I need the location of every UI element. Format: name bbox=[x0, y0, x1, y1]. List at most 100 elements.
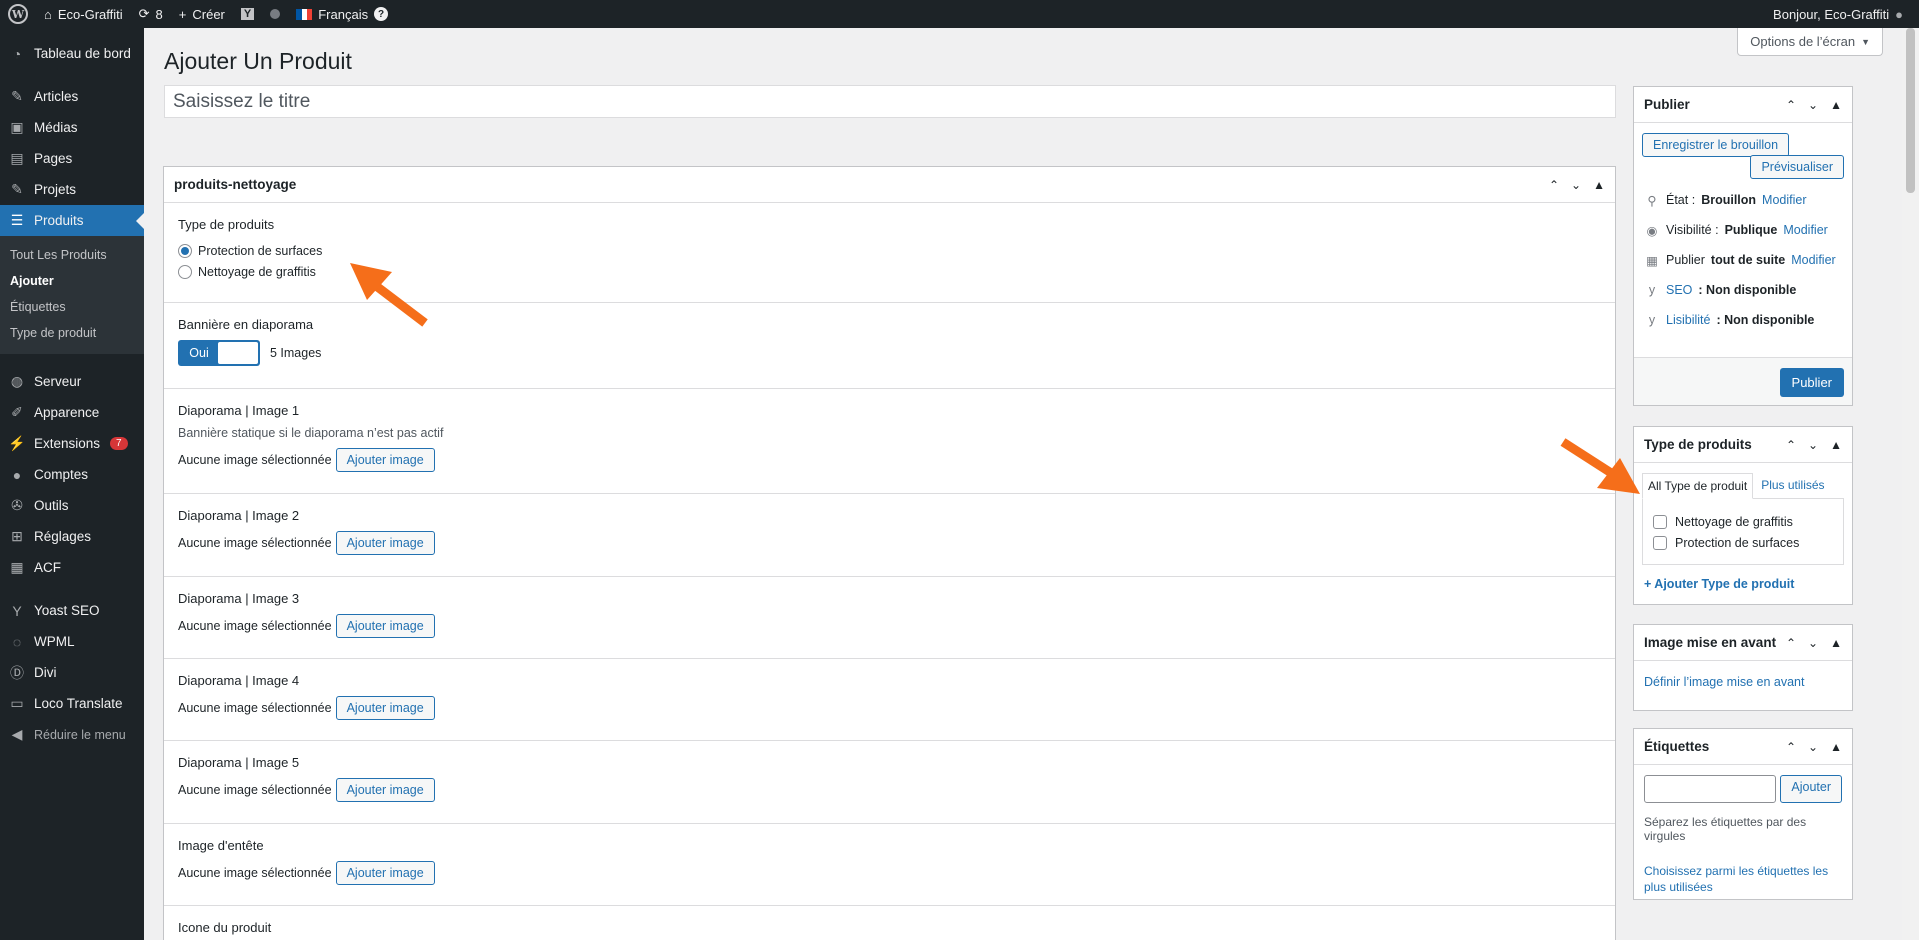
language-switcher[interactable]: Français? bbox=[288, 0, 396, 28]
menu-articles[interactable]: ✎ Articles bbox=[0, 81, 144, 112]
radio-checked-icon bbox=[178, 243, 192, 258]
add-image-button[interactable]: Ajouter image bbox=[335, 531, 435, 555]
save-draft-button[interactable]: Enregistrer le brouillon bbox=[1642, 133, 1790, 157]
radio-protection[interactable]: Protection de surfaces bbox=[178, 240, 1601, 261]
yoast-icon[interactable]: Y bbox=[233, 0, 262, 28]
toggle-icon[interactable]: ▲ bbox=[1830, 636, 1842, 650]
toggle-icon[interactable]: ▲ bbox=[1593, 178, 1605, 192]
move-up-icon[interactable]: ⌃ bbox=[1549, 178, 1559, 192]
grid-icon: ▦ bbox=[10, 559, 24, 575]
user-icon: ● bbox=[12, 466, 22, 483]
move-down-icon[interactable]: ⌄ bbox=[1808, 438, 1818, 452]
menu-apparence[interactable]: ✐ Apparence bbox=[0, 397, 144, 428]
status-row: ⚲ État : Brouillon Modifier bbox=[1634, 185, 1852, 215]
publish-button[interactable]: Publier bbox=[1779, 368, 1844, 397]
update-count-badge: 7 bbox=[110, 437, 128, 450]
seo-link[interactable]: SEO bbox=[1666, 283, 1692, 297]
menu-divi[interactable]: Ⓓ Divi bbox=[0, 657, 144, 688]
add-image-button[interactable]: Ajouter image bbox=[335, 778, 435, 802]
admin-sidebar: ◔ Tableau de bord ✎ Articles ▣ Médias ▤ Page… bbox=[0, 28, 144, 940]
add-image-button[interactable]: Ajouter image bbox=[335, 696, 435, 720]
checkbox-protection[interactable]: Protection de surfaces bbox=[1653, 532, 1833, 553]
edit-status-link[interactable]: Modifier bbox=[1762, 193, 1806, 207]
menu-serveur[interactable]: ◍ Serveur bbox=[0, 366, 144, 397]
add-tag-button[interactable]: Ajouter bbox=[1780, 775, 1842, 803]
move-up-icon[interactable]: ⌃ bbox=[1786, 636, 1796, 650]
add-product-type-link[interactable]: + Ajouter Type de produit bbox=[1644, 577, 1794, 591]
wrench-icon: ✇ bbox=[11, 497, 23, 513]
visibility-row: ◉ Visibilité : Publique Modifier bbox=[1634, 215, 1852, 245]
tab-all-types[interactable]: All Type de produit bbox=[1642, 473, 1754, 499]
post-title-input[interactable]: Saisissez le titre bbox=[164, 85, 1616, 118]
radio-unchecked-icon bbox=[178, 264, 192, 279]
tags-help: Séparez les étiquettes par des virgules bbox=[1644, 815, 1807, 843]
site-name-link[interactable]: ⌂ Eco-Graffiti bbox=[36, 0, 131, 28]
toggle-icon[interactable]: ▲ bbox=[1830, 98, 1842, 112]
submenu-add[interactable]: Ajouter bbox=[0, 268, 144, 294]
add-image-button[interactable]: Ajouter image bbox=[335, 448, 435, 472]
publish-header: Publier ⌃ ⌄ ▲ bbox=[1634, 87, 1852, 123]
menu-yoast[interactable]: Y Yoast SEO bbox=[0, 595, 144, 626]
metabox-header: produits-nettoyage ⌃ ⌄ ▲ bbox=[164, 167, 1615, 203]
main-content: Ajouter Un Produit Options de l’écran ▼ S… bbox=[144, 28, 1919, 940]
menu-comptes[interactable]: ● Comptes bbox=[0, 459, 144, 490]
edit-schedule-link[interactable]: Modifier bbox=[1791, 253, 1835, 267]
submenu-product-type[interactable]: Type de produit bbox=[0, 320, 144, 346]
checkbox-icon bbox=[1653, 514, 1667, 529]
screen-options-button[interactable]: Options de l’écran ▼ bbox=[1737, 28, 1883, 56]
scrollbar-thumb[interactable] bbox=[1906, 28, 1915, 193]
menu-loco[interactable]: ▭ Loco Translate bbox=[0, 688, 144, 719]
move-down-icon[interactable]: ⌄ bbox=[1808, 636, 1818, 650]
move-down-icon[interactable]: ⌄ bbox=[1808, 98, 1818, 112]
account-link[interactable]: Bonjour, Eco-Graffiti ● bbox=[1765, 0, 1911, 28]
menu-acf[interactable]: ▦ ACF bbox=[0, 552, 144, 583]
preview-button[interactable]: Prévisualiser bbox=[1750, 155, 1844, 179]
menu-reglages[interactable]: ⊞ Réglages bbox=[0, 521, 144, 552]
slideshow-toggle[interactable]: Oui bbox=[178, 340, 260, 366]
settings-icon: ⊞ bbox=[11, 528, 23, 544]
submenu-tags[interactable]: Étiquettes bbox=[0, 294, 144, 320]
readability-link[interactable]: Lisibilité bbox=[1666, 313, 1710, 327]
menu-wpml[interactable]: ◌ WPML bbox=[0, 626, 144, 657]
add-image-button[interactable]: Ajouter image bbox=[335, 614, 435, 638]
pin-icon: ⚲ bbox=[1647, 193, 1657, 208]
radio-nettoyage[interactable]: Nettoyage de graffitis bbox=[178, 261, 1601, 282]
menu-extensions[interactable]: ⚡ Extensions 7 bbox=[0, 428, 144, 459]
wp-logo-icon[interactable]: W bbox=[0, 0, 36, 28]
pin-icon: ✎ bbox=[11, 181, 23, 197]
set-featured-image-link[interactable]: Définir l’image mise en avant bbox=[1644, 675, 1805, 689]
field-slide-5: Diaporama | Image 5 Aucune image sélecti… bbox=[164, 741, 1615, 824]
home-icon: ⌂ bbox=[44, 6, 52, 22]
menu-projets[interactable]: ✎ Projets bbox=[0, 174, 144, 205]
menu-dashboard[interactable]: ◔ Tableau de bord bbox=[0, 38, 144, 69]
submenu-all-products[interactable]: Tout Les Produits bbox=[0, 242, 144, 268]
move-up-icon[interactable]: ⌃ bbox=[1786, 98, 1796, 112]
add-image-button[interactable]: Ajouter image bbox=[335, 861, 435, 885]
choose-tags-link[interactable]: Choisissez parmi les étiquettes les plus… bbox=[1644, 864, 1828, 894]
collapse-menu[interactable]: ◀ Réduire le menu bbox=[0, 719, 144, 750]
acf-metabox: produits-nettoyage ⌃ ⌄ ▲ Type de produits … bbox=[163, 166, 1616, 940]
field-slide-2: Diaporama | Image 2 Aucune image sélecti… bbox=[164, 494, 1615, 577]
menu-produits[interactable]: ☰ Produits bbox=[0, 205, 144, 236]
edit-visibility-link[interactable]: Modifier bbox=[1783, 223, 1827, 237]
menu-outils[interactable]: ✇ Outils bbox=[0, 490, 144, 521]
divi-icon: Ⓓ bbox=[10, 664, 24, 681]
move-down-icon[interactable]: ⌄ bbox=[1808, 740, 1818, 754]
page-title: Ajouter Un Produit bbox=[164, 48, 352, 74]
toggle-icon[interactable]: ▲ bbox=[1830, 740, 1842, 754]
scrollbar[interactable] bbox=[1902, 28, 1919, 940]
new-content-link[interactable]: + Créer bbox=[171, 0, 233, 28]
checkbox-nettoyage[interactable]: Nettoyage de graffitis bbox=[1653, 511, 1833, 532]
tag-input[interactable] bbox=[1644, 775, 1777, 803]
yoast-icon: y bbox=[1648, 313, 1656, 327]
updates-link[interactable]: ⟳ 8 bbox=[131, 0, 171, 28]
status-dot-icon bbox=[262, 0, 288, 28]
move-up-icon[interactable]: ⌃ bbox=[1786, 740, 1796, 754]
move-up-icon[interactable]: ⌃ bbox=[1786, 438, 1796, 452]
move-down-icon[interactable]: ⌄ bbox=[1571, 178, 1581, 192]
menu-pages[interactable]: ▤ Pages bbox=[0, 143, 144, 174]
field-slide-1: Diaporama | Image 1 Bannière statique si… bbox=[164, 389, 1615, 494]
tab-most-used[interactable]: Plus utilisés bbox=[1753, 473, 1832, 498]
toggle-icon[interactable]: ▲ bbox=[1830, 438, 1842, 452]
menu-medias[interactable]: ▣ Médias bbox=[0, 112, 144, 143]
